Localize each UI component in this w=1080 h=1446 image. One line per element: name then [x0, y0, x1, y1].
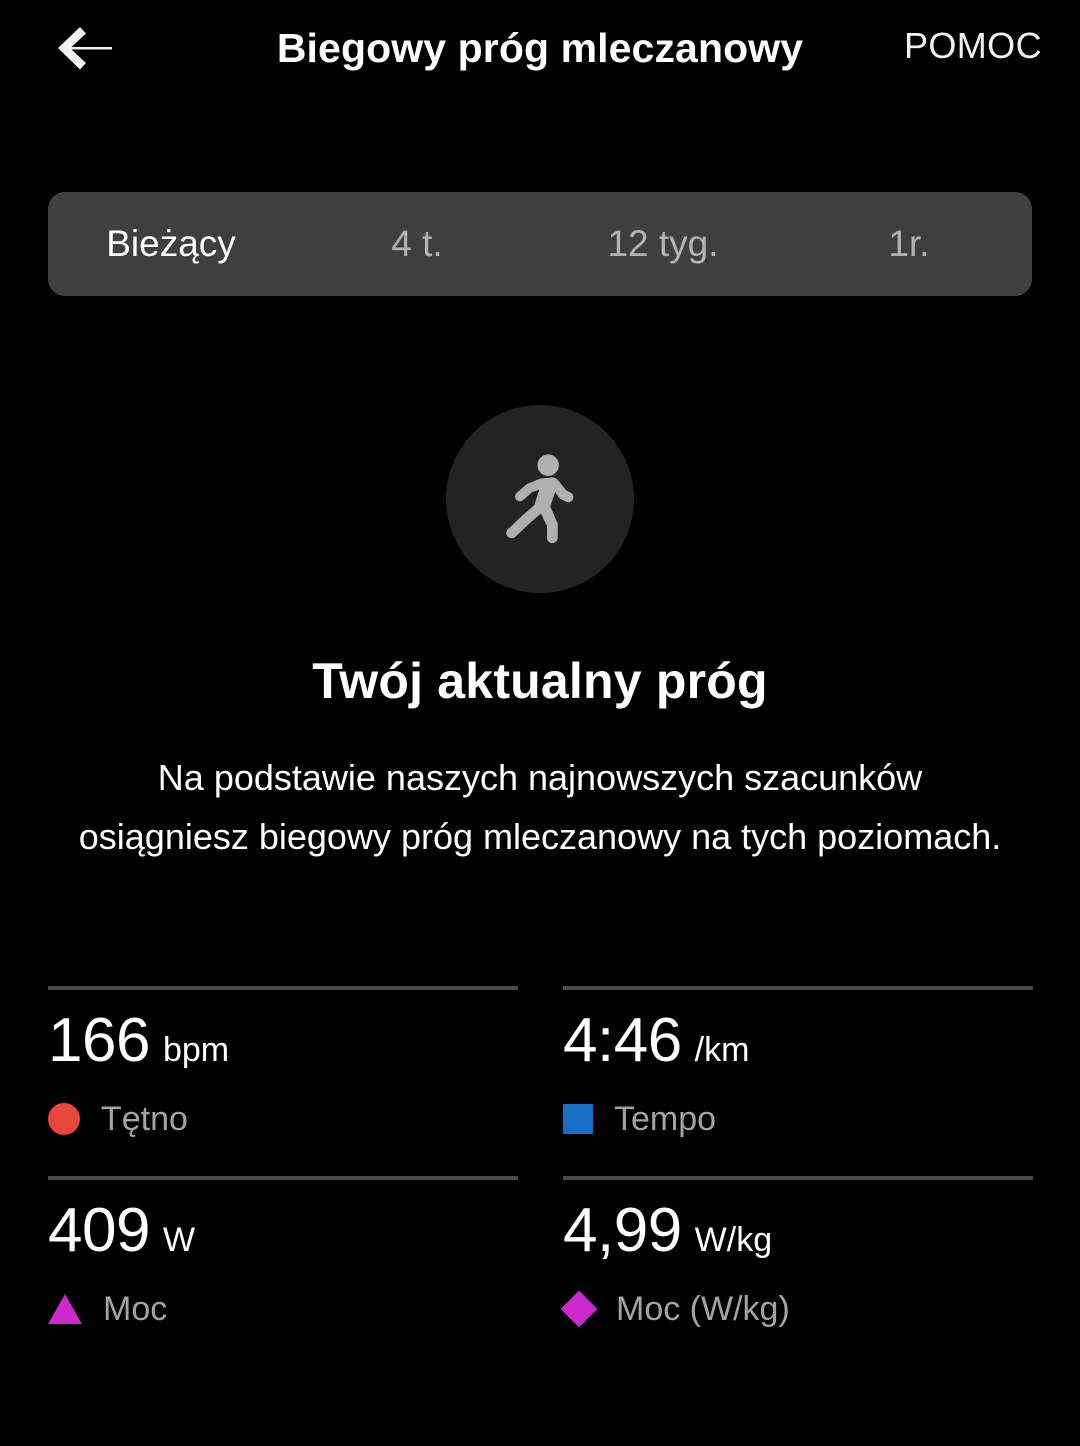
tab-biezacy[interactable]: Bieżący: [48, 192, 294, 296]
period-tab-bar: Bieżący 4 t. 12 tyg. 1r.: [48, 192, 1032, 296]
help-button[interactable]: POMOC: [902, 20, 1044, 72]
metric-value-line: 4,99 W/kg: [563, 1200, 772, 1262]
metric-card-power[interactable]: 409 W Moc: [48, 1176, 518, 1366]
metric-label-line: Moc: [48, 1292, 167, 1326]
metric-unit: W: [162, 1221, 196, 1259]
metric-value-line: 166 bpm: [48, 1010, 229, 1072]
metric-card-power-per-kg[interactable]: 4,99 W/kg Moc (W/kg): [560, 1176, 1033, 1366]
metric-label: Tempo: [614, 1100, 717, 1138]
metric-label: Tętno: [101, 1100, 188, 1138]
metric-unit: W/kg: [694, 1221, 773, 1259]
metric-label: Moc: [103, 1290, 168, 1328]
app-screen: Biegowy próg mleczanowy POMOC Bieżący 4 …: [0, 0, 1080, 1446]
metric-value: 4,99: [563, 1196, 682, 1265]
metric-value-line: 4:46 /km: [563, 1010, 749, 1072]
legend-marker-triangle-icon: [48, 1294, 82, 1324]
metric-value: 409: [48, 1196, 150, 1265]
metric-divider: [48, 1176, 518, 1180]
metric-divider: [563, 986, 1033, 990]
metric-divider: [563, 1176, 1033, 1180]
metric-label-line: Tętno: [48, 1102, 188, 1136]
tab-4-weeks[interactable]: 4 t.: [294, 192, 540, 296]
metric-unit: bpm: [162, 1031, 230, 1069]
tab-1-year[interactable]: 1r.: [786, 192, 1032, 296]
metrics-grid: 166 bpm Tętno 4:46 /km Tempo 409 W Moc 4…: [48, 986, 1033, 1366]
section-headline: Twój aktualny próg: [312, 653, 768, 709]
legend-marker-diamond-icon: [560, 1290, 598, 1328]
metric-label-line: Moc (W/kg): [560, 1290, 790, 1328]
metric-value-line: 409 W: [48, 1200, 195, 1262]
hero-icon-circle: [446, 405, 634, 593]
metric-label: Moc (W/kg): [616, 1290, 790, 1328]
metric-divider: [48, 986, 518, 990]
metrics-row: 409 W Moc 4,99 W/kg Moc (W/kg): [48, 1176, 1033, 1366]
tab-12-weeks[interactable]: 12 tyg.: [540, 192, 786, 296]
legend-marker-square-icon: [563, 1104, 593, 1134]
hero-icon-container: [0, 405, 1080, 593]
metric-unit: /km: [694, 1031, 750, 1069]
metric-card-pace[interactable]: 4:46 /km Tempo: [563, 986, 1033, 1176]
header-bar: Biegowy próg mleczanowy POMOC: [0, 0, 1080, 96]
metric-label-line: Tempo: [563, 1102, 716, 1136]
metric-card-heart-rate[interactable]: 166 bpm Tętno: [48, 986, 518, 1176]
metric-value: 166: [48, 1006, 150, 1075]
running-person-icon: [484, 443, 596, 555]
legend-marker-circle-icon: [48, 1103, 80, 1135]
metric-value: 4:46: [563, 1006, 682, 1075]
metrics-row: 166 bpm Tętno 4:46 /km Tempo: [48, 986, 1033, 1176]
section-description: Na podstawie naszych najnowszych szacunk…: [78, 757, 1002, 857]
